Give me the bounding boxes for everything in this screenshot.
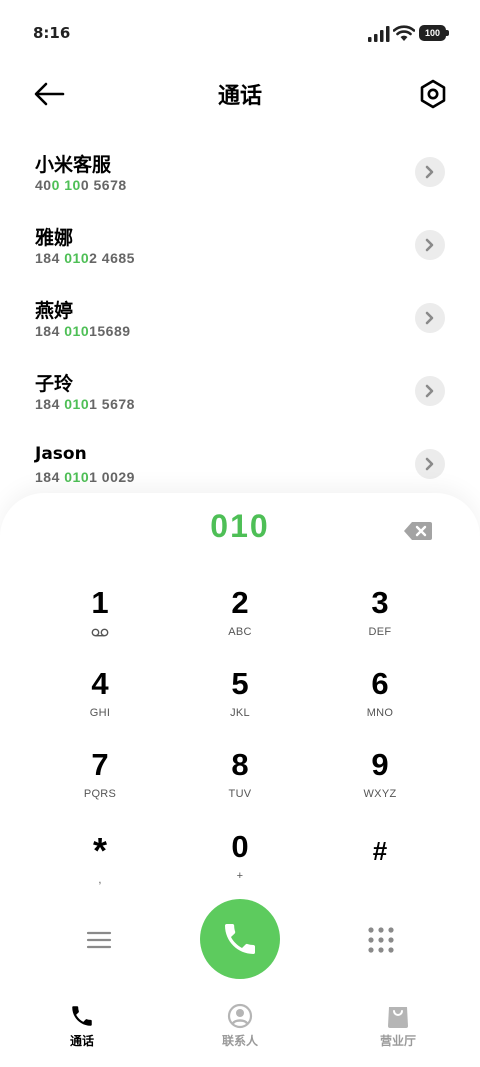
- number-match-highlight: 010: [64, 250, 90, 266]
- nav-label: 通话: [69, 1034, 94, 1048]
- battery-icon: 100: [419, 25, 449, 41]
- backspace-icon[interactable]: [403, 520, 433, 542]
- number-match-highlight: 0 10: [51, 177, 81, 193]
- number-match-highlight: 010: [64, 323, 90, 339]
- chevron-right-icon: [425, 384, 434, 398]
- chevron-right-icon: [425, 311, 434, 325]
- voicemail-icon: [91, 628, 109, 637]
- contact-name: 小米客服: [35, 154, 112, 176]
- bottom-nav: 通话 联系人 营业厅: [0, 1000, 480, 1067]
- wifi-icon: [393, 25, 415, 41]
- page-title: 通话: [217, 84, 262, 109]
- keypad-toggle-icon[interactable]: [367, 926, 395, 954]
- chevron-right-icon: [425, 457, 434, 471]
- back-arrow-icon[interactable]: [33, 80, 65, 108]
- key-9[interactable]: 9 WXYZ: [320, 748, 440, 818]
- contact-item[interactable]: 雅娜 184 0102 4685: [0, 223, 480, 289]
- contact-item[interactable]: 小米客服 400 100 5678: [0, 150, 480, 216]
- phone-icon: [72, 1006, 92, 1026]
- key-1[interactable]: 1: [40, 586, 160, 656]
- nav-tab-calls[interactable]: 通话: [2, 1000, 162, 1060]
- key-hash[interactable]: #: [320, 830, 440, 900]
- key-2[interactable]: 2 ABC: [180, 586, 300, 656]
- key-5[interactable]: 5 JKL: [180, 667, 300, 737]
- battery-level: 100: [419, 25, 446, 41]
- key-6[interactable]: 6 MNO: [320, 667, 440, 737]
- contact-detail-button[interactable]: [415, 157, 445, 187]
- chevron-right-icon: [425, 165, 434, 179]
- contact-detail-button[interactable]: [415, 303, 445, 333]
- key-4[interactable]: 4 GHI: [40, 667, 160, 737]
- key-8[interactable]: 8 TUV: [180, 748, 300, 818]
- contact-item[interactable]: 燕婷 184 01015689: [0, 296, 480, 362]
- phone-icon: [225, 924, 255, 954]
- contact-item[interactable]: 子玲 184 0101 5678: [0, 369, 480, 435]
- nav-label: 联系人: [221, 1034, 258, 1048]
- person-icon: [227, 1003, 253, 1029]
- contact-detail-button[interactable]: [415, 230, 445, 260]
- contact-detail-button[interactable]: [415, 449, 445, 479]
- key-0[interactable]: 0 +: [180, 830, 300, 900]
- key-3[interactable]: 3 DEF: [320, 586, 440, 656]
- key-7[interactable]: 7 PQRS: [40, 748, 160, 818]
- contact-name: 子玲: [35, 373, 74, 395]
- key-star[interactable]: * ,: [40, 830, 160, 900]
- contact-name: Jason: [35, 444, 87, 464]
- number-match-highlight: 010: [64, 469, 90, 485]
- contact-number: 400 100 5678: [35, 177, 127, 193]
- signal-icon: [368, 26, 390, 42]
- status-time: 8:16: [33, 24, 71, 42]
- nav-label: 营业厅: [379, 1034, 416, 1048]
- settings-hexagon-icon[interactable]: [418, 78, 448, 110]
- contact-number: 184 01015689: [35, 323, 131, 339]
- nav-tab-service-hall[interactable]: 营业厅: [318, 1000, 478, 1060]
- call-button[interactable]: [200, 899, 280, 979]
- contact-name: 燕婷: [35, 300, 74, 322]
- number-match-highlight: 010: [64, 396, 90, 412]
- contact-name: 雅娜: [35, 227, 74, 249]
- menu-icon[interactable]: [86, 929, 112, 951]
- status-bar: 8:16 100: [0, 0, 480, 66]
- contact-number: 184 0101 0029: [35, 469, 135, 485]
- contact-number: 184 0102 4685: [35, 250, 135, 266]
- chevron-right-icon: [425, 238, 434, 252]
- contact-number: 184 0101 5678: [35, 396, 135, 412]
- bag-icon: [388, 1007, 408, 1028]
- contact-detail-button[interactable]: [415, 376, 445, 406]
- nav-tab-contacts[interactable]: 联系人: [160, 1000, 320, 1060]
